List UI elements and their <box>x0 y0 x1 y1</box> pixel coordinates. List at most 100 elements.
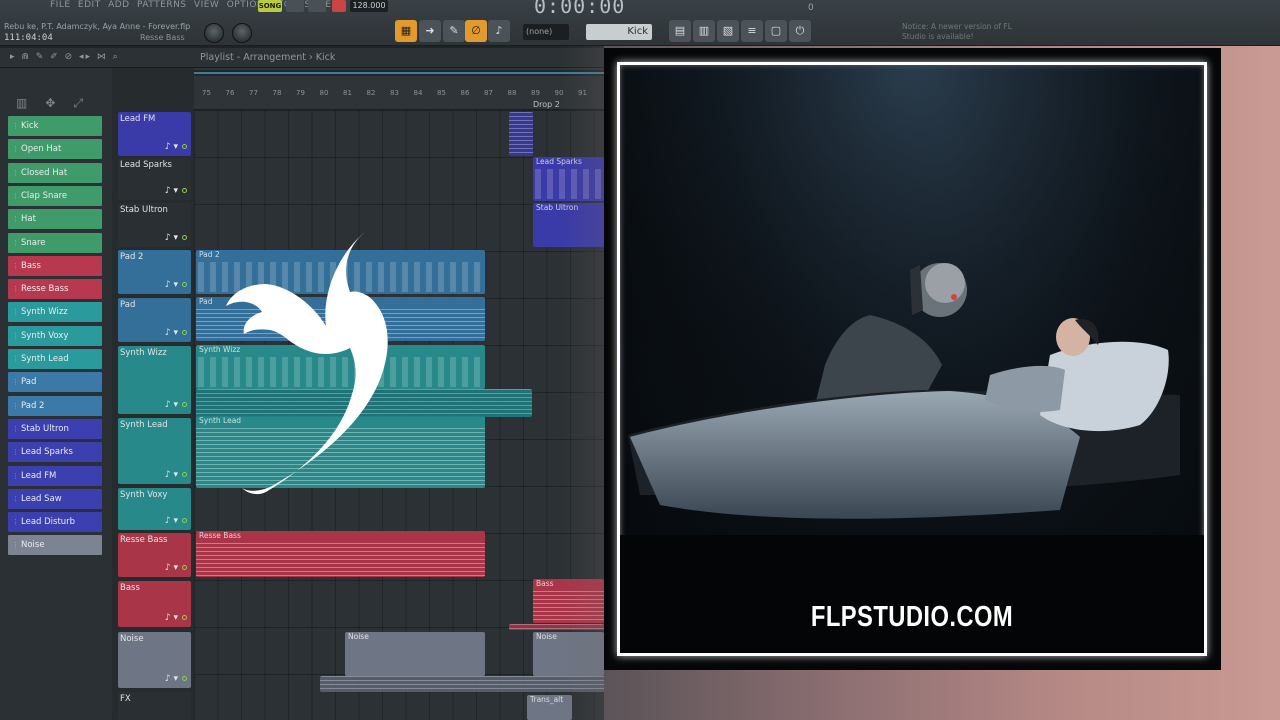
mute-led-icon[interactable] <box>182 676 187 681</box>
mute-led-icon[interactable] <box>182 188 187 193</box>
menu-file[interactable]: FILE <box>50 0 71 10</box>
channel-selector[interactable]: Kick <box>586 24 652 40</box>
track-header[interactable]: Lead FM ♪ ▾ <box>118 112 191 156</box>
browser-icon[interactable]: ▢ <box>765 20 787 42</box>
note-icon[interactable]: ♪ <box>165 470 171 480</box>
channel-item[interactable]: ⋮ Stab Ultron <box>8 418 102 439</box>
track-header[interactable]: Pad 2 ♪ ▾ <box>118 250 191 294</box>
track-controls[interactable]: ♪ ▾ <box>165 516 187 526</box>
note-icon[interactable]: ♪ <box>165 400 171 410</box>
automation-lane[interactable] <box>509 112 533 156</box>
mute-led-icon[interactable] <box>182 144 187 149</box>
playlist-icon[interactable]: ▤ <box>669 20 691 42</box>
mute-led-icon[interactable] <box>182 518 187 523</box>
mute-led-icon[interactable] <box>182 615 187 620</box>
timeline-marker[interactable]: Drop 2 <box>533 100 560 109</box>
note-icon[interactable]: ♪ <box>165 563 171 573</box>
track-header[interactable]: Noise ♪ ▾ <box>118 632 191 688</box>
dropdown-icon[interactable]: ▾ <box>173 400 178 410</box>
channel-item[interactable]: ⋮ Lead Disturb <box>8 512 102 533</box>
dropdown-icon[interactable]: ▾ <box>173 186 178 196</box>
plugin-icon[interactable]: ⏻ <box>789 20 811 42</box>
track-header[interactable]: Synth Lead ♪ ▾ <box>118 418 191 484</box>
channel-item[interactable]: ⋮ Synth Wizz <box>8 302 102 323</box>
track-header[interactable]: Bass ♪ ▾ <box>118 581 191 627</box>
update-notice[interactable]: Notice: A newer version of FL Studio is … <box>902 22 1012 42</box>
tempo-display[interactable]: 128.000 <box>350 0 388 12</box>
menu-patterns[interactable]: PATTERNS <box>137 0 187 10</box>
playlist-scrollbar[interactable] <box>194 70 604 76</box>
picker-tools[interactable]: ▥✥⤢ <box>16 96 101 111</box>
mute-led-icon[interactable] <box>182 282 187 287</box>
channel-item[interactable]: ⋮ Synth Voxy <box>8 325 102 346</box>
channel-item[interactable]: ⋮ Lead Sparks <box>8 442 102 463</box>
note-icon[interactable]: ♪ <box>165 233 171 243</box>
note-icon[interactable]: ♪ <box>165 674 171 684</box>
pattern-clip[interactable]: Resse Bass <box>196 531 485 577</box>
mute-led-icon[interactable] <box>182 330 187 335</box>
track-header[interactable]: Synth Wizz ♪ ▾ <box>118 346 191 414</box>
track-controls[interactable]: ♪ ▾ <box>165 328 187 338</box>
channel-item[interactable]: ⋮ Pad 2 <box>8 395 102 416</box>
note-icon[interactable]: ♪ <box>165 328 171 338</box>
arrow-icon[interactable]: ➜ <box>419 20 441 42</box>
channel-item[interactable]: ⋮ Noise <box>8 535 102 556</box>
pattern-selector[interactable]: (none) <box>523 24 569 40</box>
snap-icon[interactable]: ∅ <box>465 20 487 42</box>
track-controls[interactable]: ♪ ▾ <box>165 613 187 623</box>
note-icon[interactable]: ♪ <box>165 613 171 623</box>
channel-item[interactable]: ⋮ Resse Bass <box>8 279 102 300</box>
track-header[interactable]: FX <box>118 692 191 720</box>
channel-item[interactable]: ⋮ Pad <box>8 372 102 393</box>
song-mode-button[interactable]: SONG <box>258 0 282 12</box>
dropdown-icon[interactable]: ▾ <box>173 233 178 243</box>
track-controls[interactable]: ♪ ▾ <box>165 186 187 196</box>
track-header[interactable]: Synth Voxy ♪ ▾ <box>118 488 191 530</box>
pencil-icon[interactable]: ✎ <box>443 20 465 42</box>
track-controls[interactable]: ♪ ▾ <box>165 280 187 290</box>
note-icon[interactable]: ♪ <box>165 186 171 196</box>
mute-led-icon[interactable] <box>182 565 187 570</box>
track-header[interactable]: Resse Bass ♪ ▾ <box>118 533 191 577</box>
note-icon[interactable]: ♪ <box>165 142 171 152</box>
channel-item[interactable]: ⋮ Open Hat <box>8 139 102 160</box>
track-header[interactable]: Pad ♪ ▾ <box>118 298 191 342</box>
channel-item[interactable]: ⋮ Lead FM <box>8 465 102 486</box>
channel-rack-icon[interactable]: ▧ <box>717 20 739 42</box>
menu-view[interactable]: VIEW <box>194 0 219 10</box>
note-icon[interactable]: ♪ <box>165 516 171 526</box>
track-controls[interactable]: ♪ ▾ <box>165 400 187 410</box>
record-button[interactable] <box>332 0 346 12</box>
mixer-icon[interactable]: ≡ <box>741 20 763 42</box>
track-header[interactable]: Lead Sparks ♪ ▾ <box>118 158 191 200</box>
dropdown-icon[interactable]: ▾ <box>173 280 178 290</box>
channel-item[interactable]: ⋮ Clap Snare <box>8 185 102 206</box>
dropdown-icon[interactable]: ▾ <box>173 516 178 526</box>
channel-item[interactable]: ⋮ Bass <box>8 255 102 276</box>
dropdown-icon[interactable]: ▾ <box>173 563 178 573</box>
note-icon[interactable]: ♪ <box>165 280 171 290</box>
track-controls[interactable]: ♪ ▾ <box>165 233 187 243</box>
master-pitch-knob[interactable] <box>232 23 252 43</box>
dropdown-icon[interactable]: ▾ <box>173 470 178 480</box>
channel-item[interactable]: ⋮ Closed Hat <box>8 162 102 183</box>
track-controls[interactable]: ♪ ▾ <box>165 470 187 480</box>
playlist-tool-icons[interactable]: ▸ ⋒ ✎ ✐ ⊘ ◂▸ ⋈ ⌕ <box>10 52 120 62</box>
dropdown-icon[interactable]: ▾ <box>173 674 178 684</box>
mute-led-icon[interactable] <box>182 235 187 240</box>
menu-edit[interactable]: EDIT <box>78 0 101 10</box>
channel-item[interactable]: ⋮ Kick <box>8 116 102 136</box>
menu-add[interactable]: ADD <box>108 0 130 10</box>
channel-item[interactable]: ⋮ Lead Saw <box>8 488 102 509</box>
track-controls[interactable]: ♪ ▾ <box>165 674 187 684</box>
stop-button[interactable] <box>308 0 326 12</box>
channel-item[interactable]: ⋮ Synth Lead <box>8 349 102 369</box>
track-controls[interactable]: ♪ ▾ <box>165 142 187 152</box>
typing-keyboard-button[interactable]: ▦ <box>395 20 417 42</box>
pattern-clip[interactable]: Noise <box>345 632 485 676</box>
channel-item[interactable]: ⋮ Snare <box>8 232 102 253</box>
master-volume-knob[interactable] <box>204 23 224 43</box>
dropdown-icon[interactable]: ▾ <box>173 142 178 152</box>
track-header[interactable]: Stab Ultron ♪ ▾ <box>118 203 191 247</box>
channel-item[interactable]: ⋮ Hat <box>8 209 102 230</box>
